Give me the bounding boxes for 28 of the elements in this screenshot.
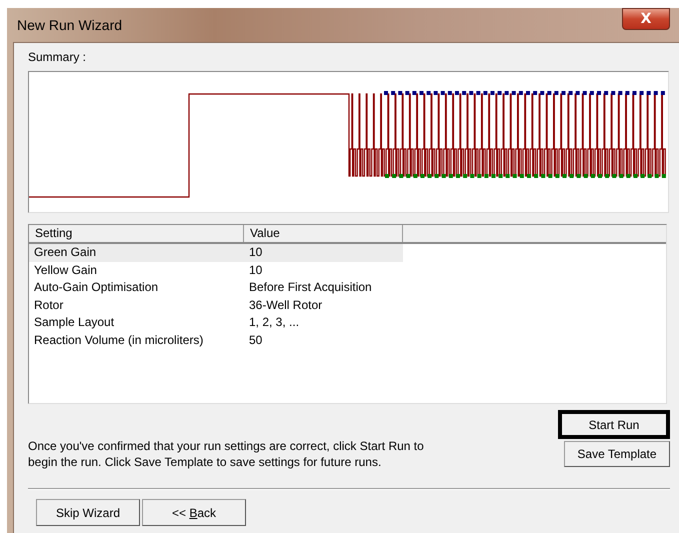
table-row[interactable]: Rotor 36-Well Rotor bbox=[29, 296, 403, 314]
footer-button[interactable]: << Back bbox=[142, 499, 246, 526]
table-cell-text: Rotor bbox=[33, 296, 64, 314]
instruction-text: Once you've confirmed that your run settings are correct, click Start Run to begin the run. Click Save Template to save settings for future runs. bbox=[28, 438, 425, 470]
action-button[interactable]: Start Run bbox=[558, 410, 670, 439]
table-row[interactable]: Sample Layout 1, 2, 3, ... bbox=[29, 314, 403, 332]
table-row[interactable]: Auto-Gain Optimisation Before First Acquisition bbox=[29, 279, 403, 296]
table-row[interactable]: Reaction Volume (in microliters) 50 bbox=[29, 332, 403, 349]
footer-button[interactable]: Skip Wizard bbox=[36, 499, 140, 526]
action-button[interactable]: Save Template bbox=[564, 441, 670, 467]
table-cell-text: Yellow Gain bbox=[33, 262, 98, 278]
table-cell-text: 1, 2, 3, ... bbox=[248, 314, 300, 331]
table-cell-text: 36-Well Rotor bbox=[248, 296, 324, 314]
table-row[interactable]: Green Gain 10 bbox=[29, 244, 403, 262]
table-cell-text: 50 bbox=[248, 332, 264, 348]
table-cell-text: Green Gain bbox=[33, 244, 98, 261]
table-cell-text: Sample Layout bbox=[33, 314, 116, 331]
column-header[interactable]: Value bbox=[244, 225, 403, 242]
table-cell-text: Before First Acquisition bbox=[248, 279, 373, 296]
table-cell-text: 10 bbox=[248, 244, 264, 261]
window-title: New Run Wizard bbox=[17, 17, 122, 33]
table-cell-text: Reaction Volume (in microliters) bbox=[33, 332, 204, 348]
column-header[interactable]: Setting bbox=[29, 225, 244, 242]
table-cell-text: 10 bbox=[248, 262, 264, 278]
table-row[interactable]: Yellow Gain 10 bbox=[29, 262, 403, 279]
close-button[interactable]: X bbox=[622, 8, 670, 30]
summary-label: Summary : bbox=[28, 49, 88, 65]
table-cell-text: Auto-Gain Optimisation bbox=[33, 279, 160, 296]
